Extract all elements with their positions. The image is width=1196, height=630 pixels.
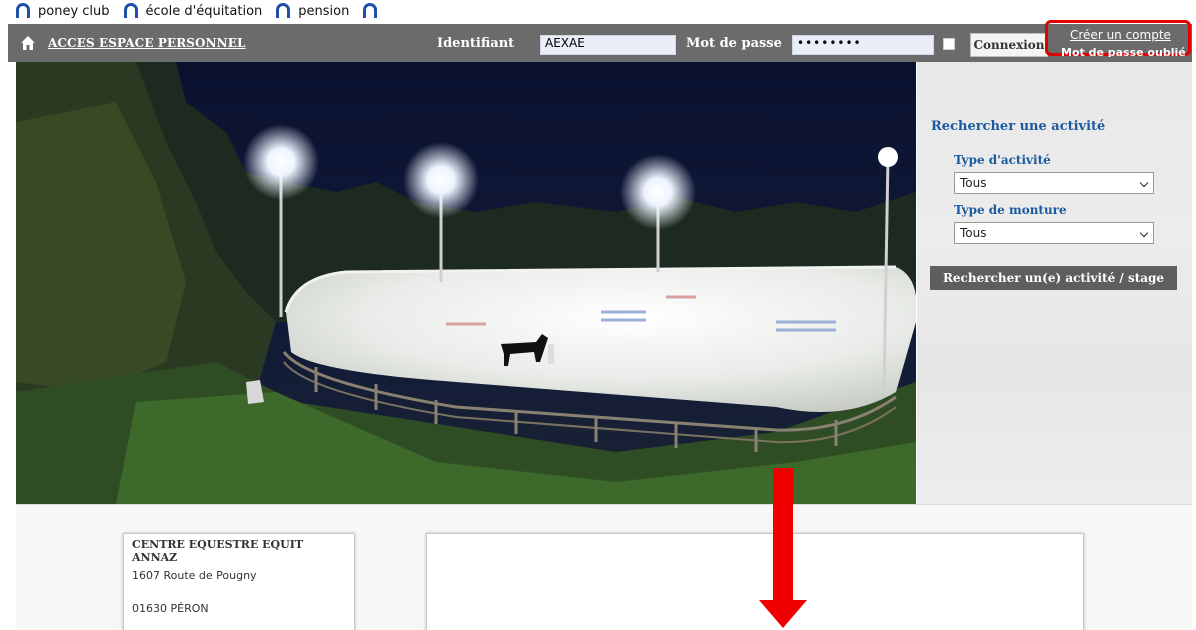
type-activite-value: Tous: [960, 176, 987, 190]
hero-image: [16, 62, 916, 504]
identifiant-label: Identifiant: [437, 36, 515, 51]
arena-photo: [16, 62, 916, 504]
connexion-button[interactable]: Connexion: [970, 33, 1048, 57]
home-icon[interactable]: [20, 35, 36, 51]
identifiant-input[interactable]: AEXAE: [540, 35, 676, 55]
club-street: 1607 Route de Pougny: [132, 569, 257, 582]
password-input[interactable]: ••••••••: [792, 35, 934, 55]
search-activity-button[interactable]: Rechercher un(e) activité / stage: [930, 266, 1177, 290]
brand-item-ecole[interactable]: école d'équitation: [123, 2, 263, 19]
brand-label: école d'équitation: [145, 3, 263, 19]
create-account-link[interactable]: Créer un compte: [1070, 28, 1171, 42]
annotation-arrow-head: [759, 600, 807, 628]
horseshoe-icon: [123, 2, 138, 18]
chevron-down-icon: [1139, 178, 1149, 188]
remember-checkbox[interactable]: [943, 38, 955, 50]
search-title: Rechercher une activité: [931, 119, 1106, 134]
map-card: [426, 533, 1084, 630]
club-name: CENTRE EQUESTRE EQUIT ANNAZ: [132, 538, 304, 564]
brand-item-extra: [363, 2, 385, 19]
search-panel: Rechercher une activité Type d'activité …: [917, 62, 1192, 504]
horseshoe-icon: [16, 2, 30, 18]
club-city: 01630 PÉRON: [132, 602, 209, 615]
login-header: ACCES ESPACE PERSONNEL Identifiant AEXAE…: [8, 24, 1192, 62]
brand-label: poney club: [38, 3, 110, 19]
brand-item-pension[interactable]: pension: [276, 2, 350, 19]
address-card: CENTRE EQUESTRE EQUIT ANNAZ 1607 Route d…: [123, 533, 355, 630]
type-activite-label: Type d'activité: [954, 153, 1051, 167]
type-monture-label: Type de monture: [954, 203, 1067, 217]
personal-space-link[interactable]: ACCES ESPACE PERSONNEL: [48, 36, 246, 50]
forgot-password-link[interactable]: Mot de passe oublié: [1061, 46, 1186, 57]
password-label: Mot de passe: [686, 36, 782, 51]
horseshoe-icon: [363, 2, 378, 18]
type-monture-select[interactable]: Tous: [954, 222, 1154, 244]
chevron-down-icon: [1139, 228, 1149, 238]
brand-item-poney-club[interactable]: poney club: [16, 2, 110, 19]
brand-label: pension: [298, 3, 350, 19]
horseshoe-icon: [276, 2, 291, 18]
brand-bar: poney club école d'équitation pension: [0, 0, 1196, 22]
type-activite-select[interactable]: Tous: [954, 172, 1154, 194]
type-monture-value: Tous: [960, 226, 987, 240]
annotation-arrow-shaft: [773, 468, 793, 602]
